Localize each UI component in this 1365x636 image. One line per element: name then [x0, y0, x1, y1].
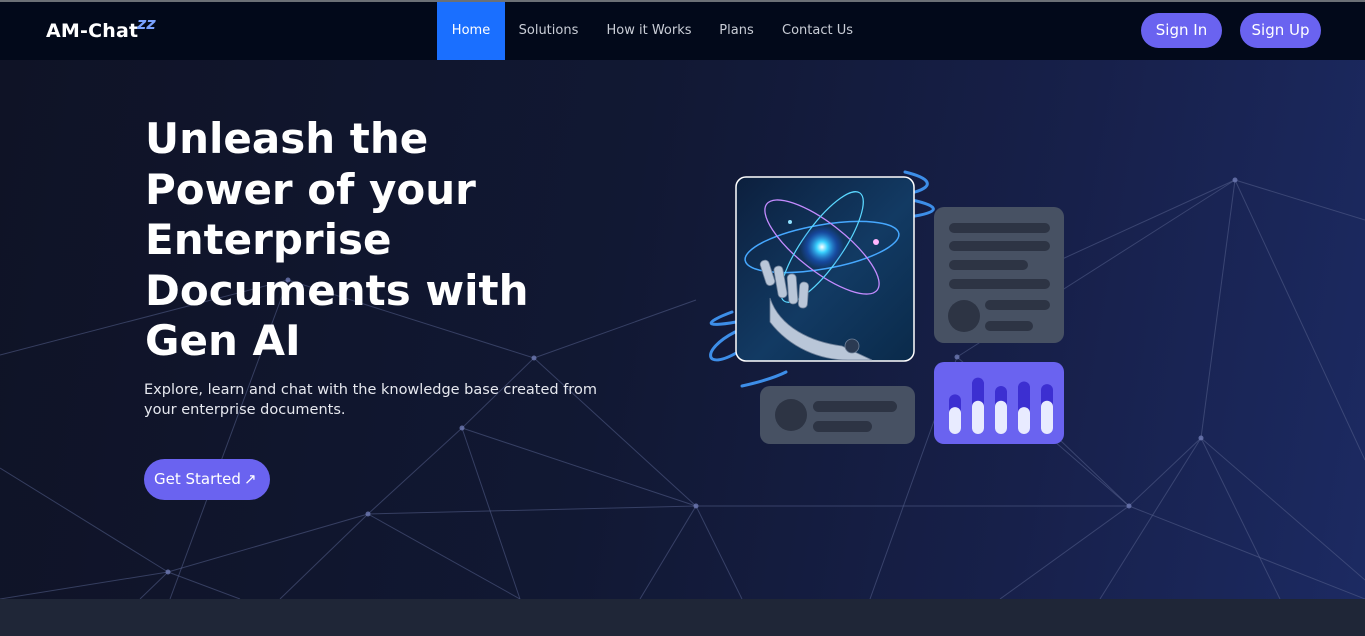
nav-link-home[interactable]: Home [437, 2, 505, 60]
sign-in-button[interactable]: Sign In [1141, 13, 1222, 48]
nav-link-solutions[interactable]: Solutions [512, 2, 585, 60]
nav-link-contact-us[interactable]: Contact Us [775, 2, 860, 60]
bar-chart-icon [934, 362, 1064, 444]
brand-logo-mark: zz [137, 14, 156, 33]
brand-logo[interactable]: AM-Chat [46, 20, 138, 42]
bar-fill [1018, 407, 1030, 434]
bar-fill [995, 400, 1007, 434]
bar-fill [949, 407, 961, 434]
document-card [934, 207, 1064, 343]
hero-section: Unleash the Power of your Enterprise Doc… [0, 60, 1365, 599]
bar-fill [1041, 400, 1053, 434]
sign-up-button[interactable]: Sign Up [1240, 13, 1321, 48]
nav-link-how-it-works[interactable]: How it Works [599, 2, 699, 60]
bar-fill [972, 400, 984, 434]
chat-card [760, 386, 915, 444]
next-section-strip [0, 599, 1365, 636]
navbar: AM-Chat zz Home Solutions How it Works P… [0, 2, 1365, 60]
nav-link-plans[interactable]: Plans [712, 2, 761, 60]
hero-illustration [709, 170, 1064, 444]
robot-hand-atom-icon [735, 176, 915, 362]
